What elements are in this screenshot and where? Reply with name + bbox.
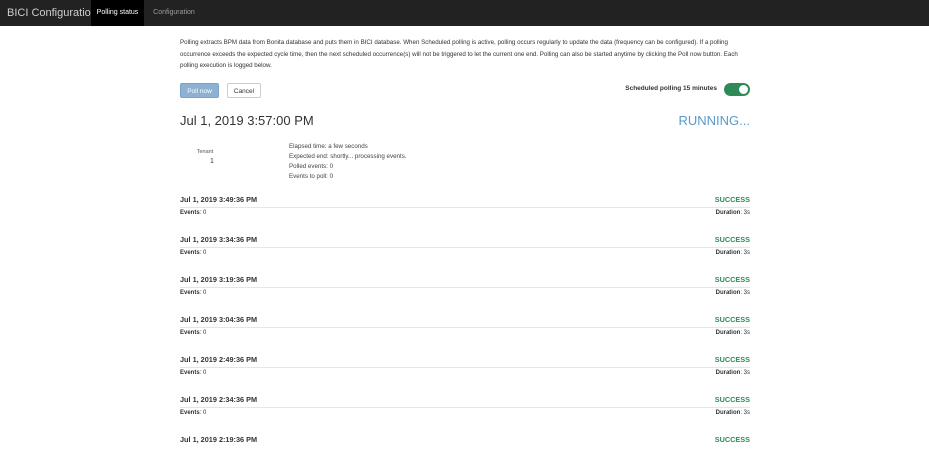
history-divider [180, 207, 750, 208]
current-poll-status: RUNNING... [678, 113, 751, 128]
expected-end: Expected end: shortly... processing even… [289, 153, 407, 160]
app-brand[interactable]: BICI Configuration [7, 0, 97, 26]
history-time: Jul 1, 2019 2:49:36 PM [180, 355, 258, 364]
polled-events: Polled events: 0 [289, 163, 334, 170]
history-status: SUCCESS [714, 315, 750, 324]
history-time: Jul 1, 2019 3:04:36 PM [180, 315, 258, 324]
history-duration: Duration: 3s [715, 330, 750, 336]
history-duration: Duration: 3s [715, 210, 750, 216]
history-status: SUCCESS [714, 435, 750, 444]
history-duration: Duration: 3s [715, 290, 750, 296]
tenant-label: Tenant [196, 149, 214, 155]
history-status: SUCCESS [714, 195, 750, 204]
toggle-knob [739, 85, 748, 94]
poll-now-button[interactable]: Poll now [180, 83, 219, 98]
history-divider [180, 287, 750, 288]
history-duration: Duration: 3s [715, 250, 750, 256]
history-row: Jul 1, 2019 3:34:36 PM SUCCESS Events: 0 Du… [180, 235, 750, 275]
current-poll-time: Jul 1, 2019 3:57:00 PM [180, 113, 314, 128]
history-time: Jul 1, 2019 3:19:36 PM [180, 275, 258, 284]
history-duration: Duration: 3s [715, 370, 750, 376]
events-to-poll: Events to poll: 0 [289, 173, 334, 180]
history-status: SUCCESS [714, 235, 750, 244]
history-time: Jul 1, 2019 3:49:36 PM [180, 195, 258, 204]
history-row: Jul 1, 2019 2:34:36 PM SUCCESS Events: 0 Du… [180, 395, 750, 435]
history-row: Jul 1, 2019 2:49:36 PM SUCCESS Events: 0 Du… [180, 355, 750, 395]
history-events: Events: 0 [180, 210, 207, 216]
history-row: Jul 1, 2019 3:49:36 PM SUCCESS Events: 0 Du… [180, 195, 750, 235]
history-divider [180, 247, 750, 248]
history-events: Events: 0 [180, 370, 207, 376]
history-events: Events: 0 [180, 410, 207, 416]
history-row: Jul 1, 2019 2:19:36 PM SUCCESS [180, 435, 750, 475]
cancel-button[interactable]: Cancel [227, 83, 261, 98]
history-time: Jul 1, 2019 2:34:36 PM [180, 395, 258, 404]
tenant-value: 1 [210, 158, 214, 165]
history-status: SUCCESS [714, 395, 750, 404]
history-time: Jul 1, 2019 3:34:36 PM [180, 235, 258, 244]
elapsed-time: Elapsed time: a few seconds [289, 143, 368, 150]
history-status: SUCCESS [714, 355, 750, 364]
top-navbar: BICI Configuration Polling status Config… [0, 0, 929, 26]
scheduled-polling-label: Scheduled polling 15 minutes [625, 85, 717, 92]
history-duration: Duration: 3s [715, 410, 750, 416]
history-status: SUCCESS [714, 275, 750, 284]
tab-polling-status[interactable]: Polling status [91, 0, 144, 26]
tab-configuration[interactable]: Configuration [146, 0, 202, 26]
scheduled-polling-toggle[interactable] [724, 83, 750, 96]
history-divider [180, 407, 750, 408]
history-time: Jul 1, 2019 2:19:36 PM [180, 435, 258, 444]
history-events: Events: 0 [180, 290, 207, 296]
history-row: Jul 1, 2019 3:04:36 PM SUCCESS Events: 0 Du… [180, 315, 750, 355]
history-divider [180, 367, 750, 368]
history-events: Events: 0 [180, 250, 207, 256]
history-row: Jul 1, 2019 3:19:36 PM SUCCESS Events: 0 Du… [180, 275, 750, 315]
history-divider [180, 327, 750, 328]
history-events: Events: 0 [180, 330, 207, 336]
polling-description: Polling extracts BPM data from Bonita da… [180, 39, 738, 69]
